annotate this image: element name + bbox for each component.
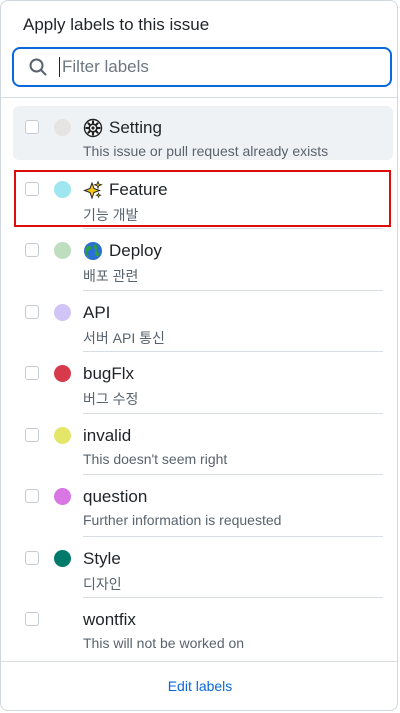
filter-labels-input[interactable] bbox=[62, 57, 362, 77]
panel-title: Apply labels to this issue bbox=[23, 15, 210, 34]
labels-dropdown-panel: Apply labels to this issue Filter labels… bbox=[0, 0, 398, 711]
label-name: invalid bbox=[83, 425, 132, 445]
label-checkbox[interactable] bbox=[25, 489, 39, 503]
label-color-dot bbox=[54, 119, 71, 136]
label-item-question[interactable]: question Further information is requeste… bbox=[1, 475, 397, 537]
label-checkbox[interactable] bbox=[25, 120, 39, 134]
label-color-dot bbox=[54, 180, 71, 198]
label-color-dot bbox=[54, 611, 71, 628]
label-item-setting[interactable]: Setting This issue or pull request alrea… bbox=[1, 106, 397, 168]
label-name: Deploy bbox=[109, 241, 162, 260]
label-description: 디자인 bbox=[83, 575, 122, 592]
label-description: 버그 수정 bbox=[83, 391, 139, 407]
gear-icon bbox=[83, 118, 103, 138]
label-item-wontfix[interactable]: wontfix This will not be worked on bbox=[1, 598, 397, 660]
label-color-dot bbox=[54, 303, 71, 321]
label-name: question bbox=[83, 487, 148, 506]
label-description: Further information is requested bbox=[83, 512, 282, 528]
text-caret bbox=[59, 57, 60, 77]
sparkles-icon bbox=[83, 179, 103, 199]
label-item-api[interactable]: API 서버 API 통신 bbox=[1, 291, 397, 352]
label-item-style[interactable]: Style 디자인 bbox=[1, 537, 397, 598]
search-icon bbox=[29, 58, 47, 76]
label-item-invalid[interactable]: invalid This doesn't seem right bbox=[1, 414, 397, 475]
label-description: This will not be worked on bbox=[83, 635, 245, 651]
label-color-dot bbox=[54, 242, 71, 259]
selection-highlight bbox=[14, 169, 391, 227]
label-item-feature[interactable]: Feature 기능 개발 bbox=[1, 168, 397, 229]
edit-labels-link[interactable]: Edit labels bbox=[168, 678, 233, 694]
label-color-dot bbox=[54, 549, 71, 567]
label-checkbox[interactable] bbox=[25, 243, 39, 257]
label-item-deploy[interactable]: Deploy 배포 관련 bbox=[1, 229, 397, 291]
panel-header: Apply labels to this issue bbox=[1, 1, 397, 98]
label-name: bugFlx bbox=[83, 364, 135, 383]
label-color-dot bbox=[54, 365, 71, 382]
panel-footer: Edit labels bbox=[1, 661, 397, 710]
label-color-dot bbox=[54, 488, 71, 505]
label-checkbox[interactable] bbox=[25, 366, 39, 380]
label-description: 서버 API 통신 bbox=[83, 329, 165, 346]
label-name: API bbox=[83, 302, 111, 322]
label-name: Style bbox=[83, 548, 121, 568]
globe-icon bbox=[84, 242, 102, 260]
filter-labels-search[interactable] bbox=[12, 47, 392, 87]
label-checkbox[interactable] bbox=[25, 427, 39, 442]
label-description: 배포 관련 bbox=[83, 268, 139, 284]
label-color-dot bbox=[54, 426, 71, 444]
label-name: Setting bbox=[109, 118, 162, 137]
label-list: Setting This issue or pull request alrea… bbox=[1, 106, 397, 660]
label-name: wontfix bbox=[83, 610, 136, 629]
label-checkbox[interactable] bbox=[25, 181, 39, 196]
label-checkbox[interactable] bbox=[25, 550, 39, 565]
label-name: Feature bbox=[109, 179, 168, 199]
label-checkbox[interactable] bbox=[25, 304, 39, 319]
label-checkbox[interactable] bbox=[25, 612, 39, 626]
label-description: This doesn't seem right bbox=[83, 450, 228, 467]
label-description: 기능 개발 bbox=[83, 206, 139, 223]
label-item-bugflx[interactable]: bugFlx 버그 수정 bbox=[1, 352, 397, 414]
label-description: This issue or pull request already exist… bbox=[83, 143, 329, 159]
